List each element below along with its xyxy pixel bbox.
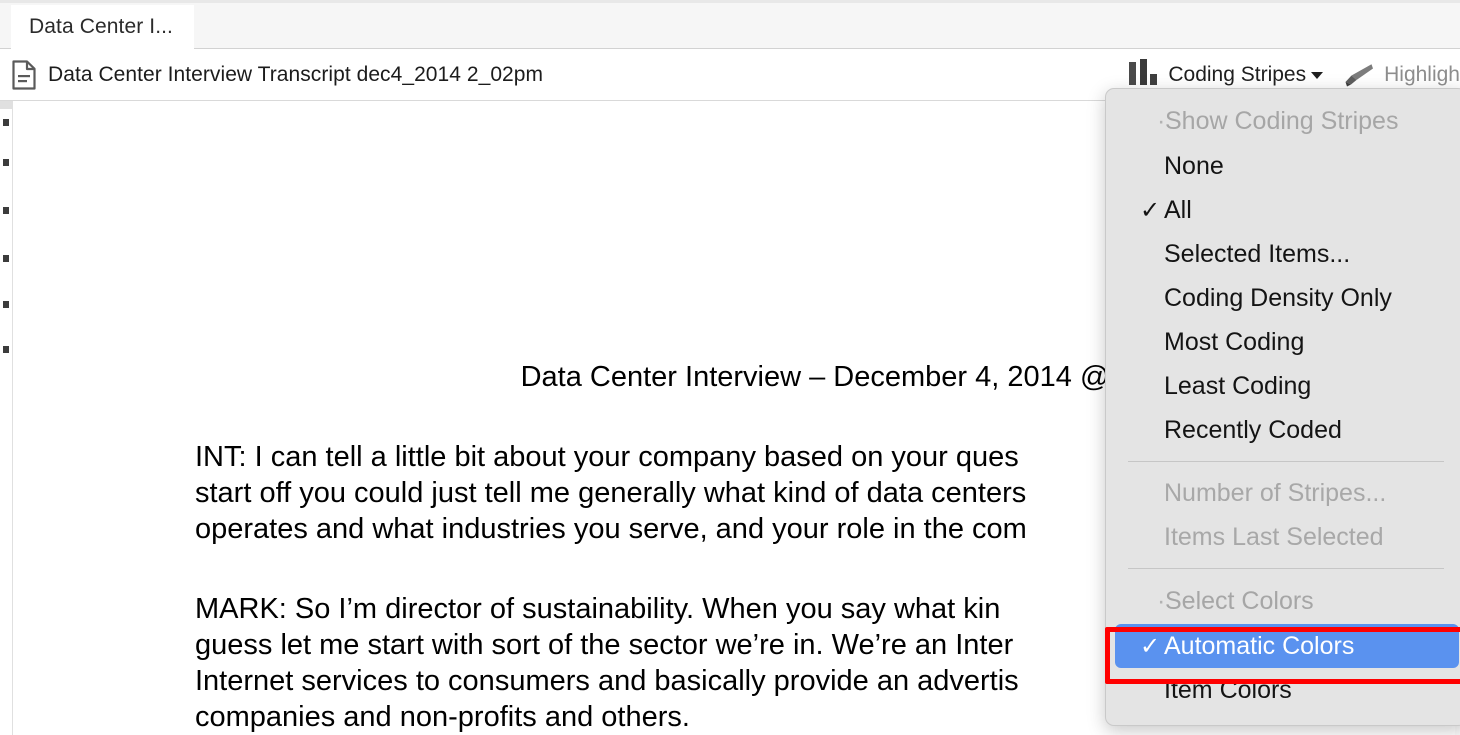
highlighter-icon (1341, 62, 1375, 88)
menu-item-all[interactable]: ✓ All (1106, 188, 1460, 232)
coding-stripe-mark[interactable] (3, 255, 9, 262)
checkmark-icon: ✓ (1140, 632, 1161, 660)
menu-section-show-coding-stripes: · Show Coding Stripes (1106, 98, 1460, 144)
menu-item-label: Automatic Colors (1164, 631, 1355, 660)
menu-item-coding-density-only[interactable]: Coding Density Only (1106, 276, 1460, 320)
menu-item-number-of-stripes: Number of Stripes... (1106, 471, 1460, 515)
menu-section-label: Select Colors (1165, 586, 1314, 615)
document-title: Data Center Interview Transcript dec4_20… (48, 62, 544, 86)
chevron-down-icon[interactable] (1311, 71, 1324, 79)
application-window: Data Center I... Data Center Interview T… (0, 0, 1460, 735)
coding-stripe-mark[interactable] (3, 346, 9, 353)
gutter-top-cap (0, 101, 13, 109)
menu-item-item-colors[interactable]: Item Colors (1106, 668, 1460, 712)
checkmark-icon: ✓ (1140, 196, 1161, 224)
coding-stripes-dropdown-menu: · Show Coding Stripes None ✓ All Selecte… (1105, 88, 1460, 726)
menu-item-label: Selected Items... (1164, 239, 1351, 268)
menu-item-none[interactable]: None (1106, 144, 1460, 188)
coding-stripe-mark[interactable] (3, 301, 9, 308)
bullet-icon: · (1157, 106, 1166, 135)
menu-item-label: Item Colors (1164, 675, 1292, 704)
menu-item-label: All (1164, 195, 1192, 224)
menu-separator (1128, 461, 1444, 462)
coding-stripes-icon (1129, 59, 1158, 88)
tab-label: Data Center I... (29, 15, 173, 38)
menu-item-items-last-selected: Items Last Selected (1106, 515, 1460, 559)
coding-stripe-mark[interactable] (3, 159, 9, 166)
menu-section-label: Show Coding Stripes (1165, 106, 1399, 135)
menu-section-select-colors: · Select Colors (1106, 578, 1460, 624)
highlight-label: Highligh (1384, 63, 1460, 86)
menu-item-label: Least Coding (1164, 371, 1312, 400)
menu-item-automatic-colors[interactable]: ✓ Automatic Colors (1115, 624, 1459, 668)
menu-item-label: Recently Coded (1164, 415, 1342, 444)
menu-item-least-coding[interactable]: Least Coding (1106, 364, 1460, 408)
tab-data-center-interview[interactable]: Data Center I... (11, 5, 194, 49)
menu-item-label: Coding Density Only (1164, 283, 1392, 312)
menu-item-most-coding[interactable]: Most Coding (1106, 320, 1460, 364)
menu-item-selected-items[interactable]: Selected Items... (1106, 232, 1460, 276)
tab-bar-top-edge (0, 0, 1460, 3)
coding-stripe-gutter[interactable] (0, 101, 13, 735)
menu-item-label: Most Coding (1164, 327, 1305, 356)
coding-stripe-mark[interactable] (3, 119, 9, 126)
menu-item-label: Items Last Selected (1164, 522, 1384, 551)
tab-bar: Data Center I... (0, 0, 1460, 49)
menu-separator (1128, 568, 1444, 569)
document-icon (11, 59, 37, 90)
coding-stripes-label: Coding Stripes (1168, 63, 1307, 86)
menu-item-recently-coded[interactable]: Recently Coded (1106, 408, 1460, 452)
menu-item-label: None (1164, 151, 1224, 180)
menu-item-label: Number of Stripes... (1164, 478, 1387, 507)
bullet-icon: · (1157, 586, 1166, 615)
coding-stripe-mark[interactable] (3, 207, 9, 214)
